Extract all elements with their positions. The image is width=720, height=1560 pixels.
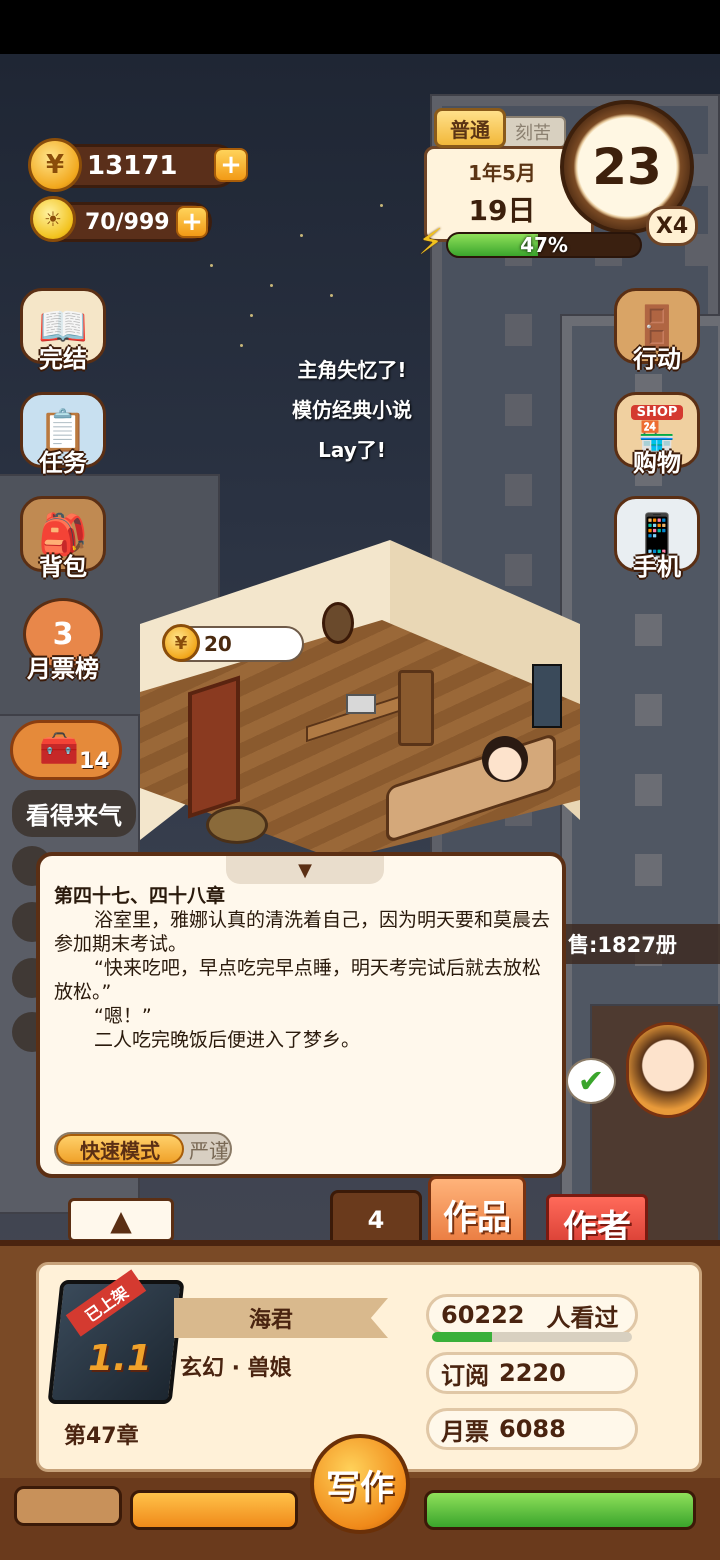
- chapter-title: 第四十七、四十八章: [54, 885, 226, 907]
- star: [250, 314, 253, 317]
- sales-banner: 售:1827册: [566, 924, 720, 964]
- tasks-label: 任务: [39, 449, 87, 477]
- story-line: 二人吃完晚饭后便进入了梦乡。: [94, 1029, 361, 1051]
- date-year-month: 1年5月: [468, 161, 536, 185]
- bed[interactable]: [386, 730, 556, 844]
- sleeping-character[interactable]: [482, 736, 528, 782]
- collapse-dialog-button[interactable]: ▼: [226, 856, 384, 884]
- gold-value: 13171: [87, 151, 178, 181]
- story-line: “嗯！”: [94, 1005, 152, 1027]
- action-label: 行动: [633, 345, 681, 373]
- coin-bubble-value: 20: [204, 632, 232, 656]
- looks-lucky-label[interactable]: 看得来气: [12, 790, 136, 837]
- views-progress-fill: [432, 1332, 492, 1342]
- write-button[interactable]: 写作: [310, 1434, 410, 1534]
- bottom-slot-left[interactable]: [14, 1486, 122, 1526]
- finish-button[interactable]: 📖 完结: [20, 288, 106, 374]
- chevron-up-icon: ▲: [110, 1203, 132, 1237]
- star: [380, 204, 383, 207]
- treasure-chest-icon: 🧰: [39, 729, 79, 767]
- lightning-icon[interactable]: ⚡: [418, 222, 458, 266]
- star: [210, 264, 213, 267]
- monthly-ticket-value: 6088: [499, 1415, 566, 1443]
- monthly-ticket-label: 月票: [441, 1417, 489, 1446]
- sales-text: 售:1827册: [568, 933, 677, 957]
- bottom-progress-green: [424, 1490, 696, 1530]
- story-line: 浴室里，雅娜认真的清洗着自己，因为明天要和莫晨去参加期末考试。: [54, 909, 551, 955]
- story-text: 第四十七、四十八章 浴室里，雅娜认真的清洗着自己，因为明天要和莫晨去参加期末考试…: [54, 884, 554, 1052]
- shop-sign: SHOP: [630, 405, 684, 420]
- coin-icon: ¥: [162, 624, 200, 662]
- story-dialog: ▼ 第四十七、四十八章 浴室里，雅娜认真的清洗着自己，因为明天要和莫晨去参加期末…: [36, 852, 566, 1178]
- finish-label: 完结: [39, 345, 87, 373]
- monthly-ticket-stat: 月票 6088: [426, 1408, 638, 1450]
- chevron-down-icon: ▼: [298, 859, 312, 881]
- shop-button[interactable]: SHOP 🏪 购物: [614, 392, 700, 478]
- phone-label: 手机: [633, 553, 681, 581]
- subscribe-label: 订阅: [441, 1361, 489, 1390]
- difficulty-alt-tag[interactable]: 刻苦: [500, 116, 566, 148]
- story-tip: 主角失忆了! 模仿经典小说 Lay了!: [262, 354, 442, 474]
- shop-label: 购物: [633, 449, 681, 477]
- checkmark-icon[interactable]: ✔: [566, 1058, 616, 1104]
- book-version: 1.1: [88, 1338, 152, 1379]
- inspiration-value: 70/999: [85, 209, 170, 235]
- wall-poster: [532, 664, 562, 728]
- star: [240, 344, 243, 347]
- subscribe-value: 2220: [499, 1359, 566, 1387]
- views-value: 60222: [441, 1301, 525, 1329]
- story-tip-line: 主角失忆了!: [297, 358, 407, 382]
- action-button[interactable]: 🚪 行动: [614, 288, 700, 374]
- author-name: 海君: [174, 1298, 388, 1338]
- expand-dialog-button[interactable]: ▲: [68, 1198, 174, 1242]
- story-line: “快来吃吧，早点吃完早点睡，明天考完试后就去放松放松。”: [54, 957, 541, 1003]
- star: [300, 234, 303, 237]
- bottom-progress-orange: [130, 1490, 298, 1530]
- book-genre: 玄幻 · 兽娘: [180, 1356, 292, 1381]
- monthly-rank-button[interactable]: 3 月票榜: [20, 598, 106, 684]
- views-label: 人看过: [546, 1303, 619, 1332]
- star: [330, 294, 333, 297]
- speed-button[interactable]: X4: [646, 206, 698, 246]
- treasure-count: 14: [79, 749, 110, 774]
- story-tip-line: 模仿经典小说: [292, 398, 412, 422]
- doormat: [206, 806, 268, 844]
- mode-toggle[interactable]: 快速模式 严谨: [54, 1132, 232, 1166]
- star: [270, 284, 273, 287]
- lightbulb-icon: ☀: [30, 196, 76, 242]
- npc-avatar[interactable]: [626, 1022, 710, 1118]
- treasure-chest-button[interactable]: 🧰 14: [10, 720, 122, 780]
- phone-button[interactable]: 📱 手机: [614, 496, 700, 582]
- difficulty-tag[interactable]: 普通: [434, 108, 506, 148]
- strict-mode-option[interactable]: 严谨: [186, 1134, 232, 1164]
- add-inspiration-button[interactable]: +: [176, 206, 208, 238]
- rank-badge: 3: [52, 616, 74, 652]
- energy-percent: 47%: [520, 233, 568, 257]
- views-stat: 60222 人看过: [426, 1294, 638, 1336]
- views-progress: [432, 1332, 632, 1342]
- gold-coin-icon: ¥: [28, 138, 82, 192]
- fast-mode-option[interactable]: 快速模式: [56, 1134, 184, 1164]
- tasks-button[interactable]: 📋 任务: [20, 392, 106, 478]
- room-door[interactable]: [188, 675, 240, 819]
- add-gold-button[interactable]: +: [214, 148, 248, 182]
- bag-label: 背包: [39, 553, 87, 581]
- subscribe-stat: 订阅 2220: [426, 1352, 638, 1394]
- bag-button[interactable]: 🎒 背包: [20, 496, 106, 582]
- book-chapter: 第47章: [64, 1424, 139, 1449]
- story-tip-line: Lay了!: [318, 438, 386, 462]
- monthly-rank-label: 月票榜: [27, 655, 99, 683]
- round-window: [322, 602, 354, 644]
